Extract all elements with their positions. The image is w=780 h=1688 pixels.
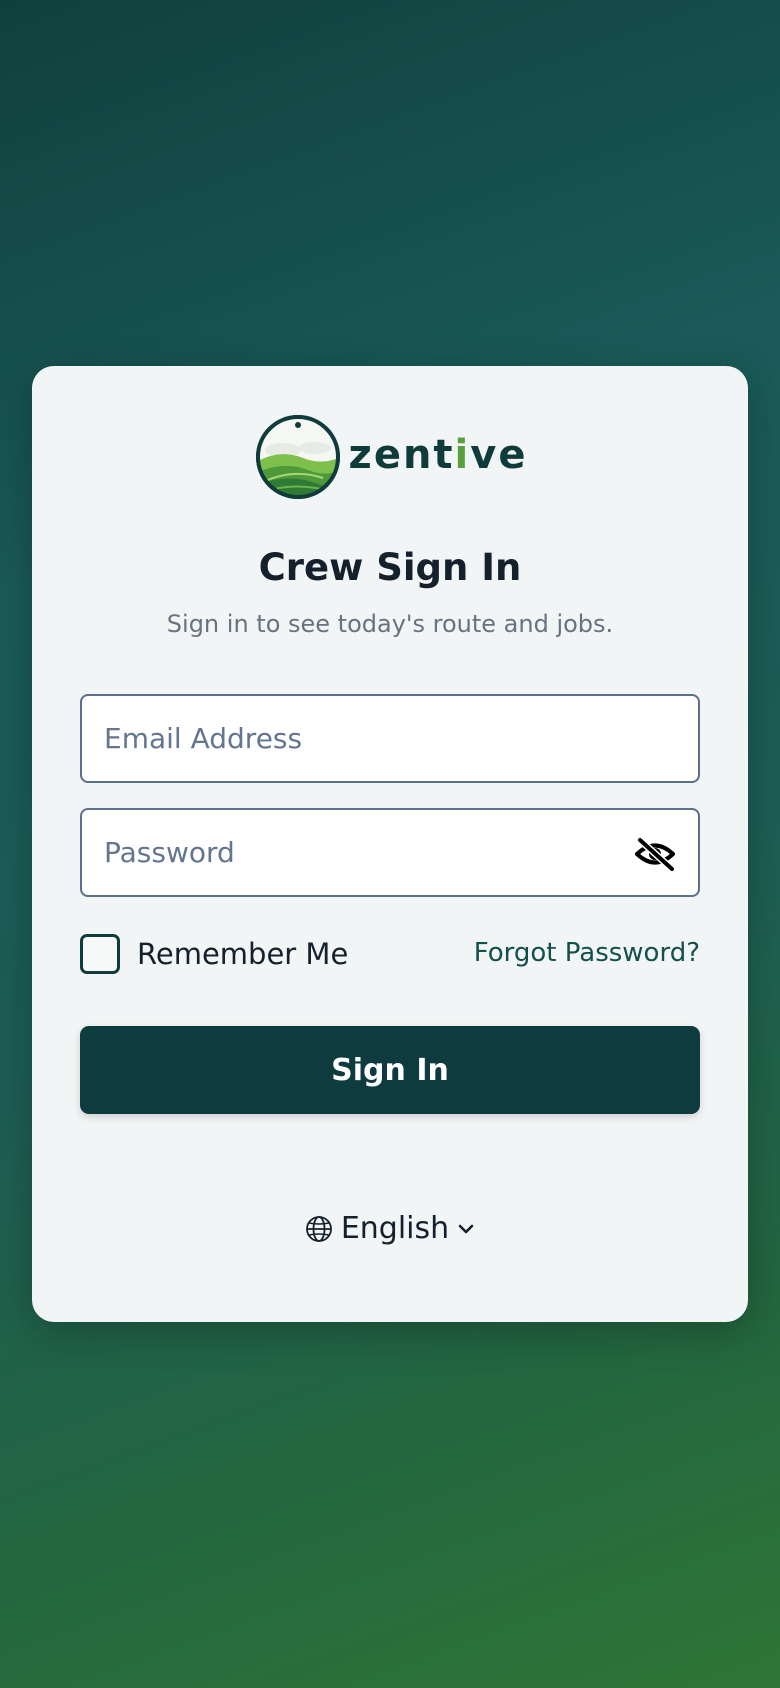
remember-me[interactable]: Remember Me (80, 934, 348, 974)
language-label: English (340, 1211, 450, 1246)
password-field[interactable] (80, 808, 700, 897)
language-selector[interactable]: English (32, 1211, 748, 1246)
globe-icon (305, 1215, 333, 1243)
remember-me-checkbox[interactable] (80, 934, 120, 974)
forgot-password-link[interactable]: Forgot Password? (474, 938, 700, 968)
sign-in-button[interactable]: Sign In (80, 1026, 700, 1114)
password-input[interactable] (82, 810, 698, 895)
login-card: zentive Crew Sign In Sign in to see toda… (32, 366, 748, 1322)
brand-name: zentive (348, 432, 528, 478)
email-field[interactable] (80, 694, 700, 783)
brand: zentive (32, 412, 748, 502)
email-input[interactable] (82, 696, 698, 781)
chevron-down-icon (457, 1220, 475, 1238)
remember-me-label: Remember Me (137, 937, 349, 971)
page-title: Crew Sign In (258, 546, 522, 589)
page-subtitle: Sign in to see today's route and jobs. (166, 610, 614, 638)
sun-over-green-hills-logo-icon (253, 412, 343, 502)
eye-slash-icon[interactable] (634, 836, 676, 872)
